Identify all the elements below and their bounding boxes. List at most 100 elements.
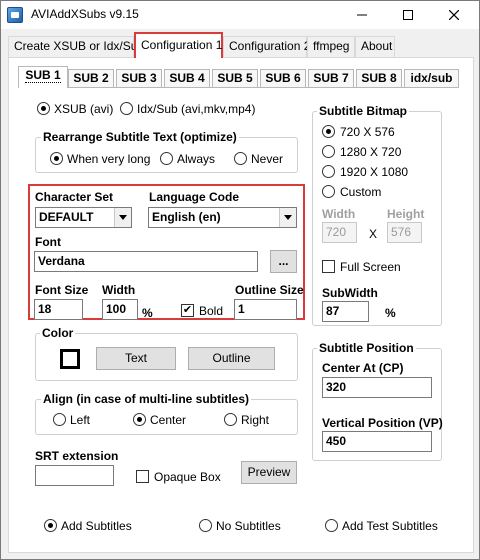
font-size-input[interactable]: 18	[34, 299, 83, 320]
bold-label: Bold	[199, 304, 224, 318]
res-1280-label: 1280 X 720	[340, 145, 402, 159]
subwidth-label: SubWidth	[322, 286, 378, 300]
charset-label: Character Set	[35, 190, 114, 204]
res-1920-radio[interactable]	[322, 165, 335, 178]
subtab-sub-3[interactable]: SUB 3	[116, 69, 162, 87]
res-custom-radio[interactable]	[322, 185, 335, 198]
window-title: AVIAddXSubs v9.15	[31, 7, 139, 21]
rearrange-very-long-radio[interactable]	[50, 152, 63, 165]
close-button[interactable]	[431, 1, 477, 29]
subtab-sub-8[interactable]: SUB 8	[356, 69, 402, 87]
full-screen-checkbox[interactable]	[322, 260, 335, 273]
align-right-radio[interactable]	[224, 413, 237, 426]
color-title: Color	[40, 326, 76, 340]
charset-value: DEFAULT	[39, 210, 94, 224]
res-720-radio[interactable]	[322, 125, 335, 138]
bitmap-height-input[interactable]: 576	[387, 222, 422, 243]
bitmap-width-label: Width	[322, 207, 356, 221]
res-1280-radio[interactable]	[322, 145, 335, 158]
maximize-icon	[403, 10, 413, 20]
add-subtitles-radio[interactable]	[44, 519, 57, 532]
no-subtitles-radio[interactable]	[199, 519, 212, 532]
outline-size-label: Outline Size	[235, 283, 304, 297]
res-720-label: 720 X 576	[340, 125, 395, 139]
subtab-sub-2[interactable]: SUB 2	[68, 69, 114, 87]
no-subtitles-label: No Subtitles	[216, 519, 281, 533]
align-left-radio[interactable]	[53, 413, 66, 426]
app-icon	[7, 7, 23, 23]
subwidth-unit: %	[385, 306, 396, 320]
tab-ffmpeg[interactable]: ffmpeg	[307, 36, 355, 57]
title-bar: AVIAddXSubs v9.15	[1, 1, 479, 29]
full-screen-label: Full Screen	[340, 260, 401, 274]
minimize-button[interactable]	[339, 1, 385, 29]
idxsub-radio[interactable]	[120, 102, 133, 115]
opaque-box-label: Opaque Box	[154, 470, 221, 484]
subtab-divider	[18, 87, 459, 88]
font-label: Font	[35, 235, 61, 249]
opaque-box-checkbox[interactable]	[136, 470, 149, 483]
bold-checkbox[interactable]: ✔	[181, 304, 194, 317]
subtab-sub-7[interactable]: SUB 7	[308, 69, 354, 87]
align-title: Align (in case of multi-line subtitles)	[41, 392, 252, 406]
close-icon	[448, 9, 460, 21]
center-at-input[interactable]: 320	[322, 377, 432, 398]
rearrange-always-radio[interactable]	[160, 152, 173, 165]
subtab-sub-1[interactable]: SUB 1	[18, 66, 68, 88]
vertical-position-label: Vertical Position (VP)	[322, 416, 443, 430]
add-test-subtitles-radio[interactable]	[325, 519, 338, 532]
tab-configuration-1[interactable]: Configuration 1	[134, 32, 223, 58]
tab-configuration-2[interactable]: Configuration 2	[223, 36, 310, 57]
language-value: English (en)	[152, 210, 221, 224]
subwidth-input[interactable]: 87	[322, 301, 369, 322]
rearrange-title: Rearrange Subtitle Text (optimize)	[41, 130, 239, 144]
res-custom-label: Custom	[340, 185, 382, 199]
srt-extension-input[interactable]	[35, 465, 114, 486]
color-swatch	[60, 349, 80, 369]
subtitle-position-title: Subtitle Position	[317, 341, 416, 355]
minimize-icon	[357, 14, 367, 16]
chevron-down-icon	[279, 208, 296, 227]
subtab-idx-sub[interactable]: idx/sub	[404, 69, 459, 87]
center-at-label: Center At (CP)	[322, 361, 404, 375]
subtab-sub-6[interactable]: SUB 6	[260, 69, 306, 87]
idxsub-label: Idx/Sub (avi,mkv,mp4)	[137, 102, 256, 116]
language-select[interactable]: English (en)	[148, 207, 297, 228]
xsub-label: XSUB (avi)	[54, 102, 114, 116]
font-browse-button[interactable]: ...	[270, 250, 297, 273]
language-label: Language Code	[149, 190, 240, 204]
align-right-label: Right	[241, 413, 270, 427]
outline-color-button[interactable]: Outline	[188, 347, 275, 370]
width-unit: %	[142, 306, 153, 320]
rearrange-very-long-label: When very long	[67, 152, 151, 166]
rearrange-never-radio[interactable]	[234, 152, 247, 165]
align-center-label: Center	[150, 413, 187, 427]
width-label: Width	[102, 283, 136, 297]
add-test-subtitles-label: Add Test Subtitles	[342, 519, 438, 533]
vertical-position-input[interactable]: 450	[322, 431, 432, 452]
text-color-button[interactable]: Text	[96, 347, 176, 370]
rearrange-never-label: Never	[251, 152, 284, 166]
subtab-sub-4[interactable]: SUB 4	[164, 69, 210, 87]
font-input[interactable]: Verdana	[34, 251, 258, 272]
tab-about[interactable]: About	[355, 36, 395, 57]
xsub-radio[interactable]	[37, 102, 50, 115]
app-window: AVIAddXSubs v9.15 Create XSUB or Idx/Sub…	[0, 0, 480, 560]
rearrange-always-label: Always	[177, 152, 216, 166]
subtitle-bitmap-title: Subtitle Bitmap	[317, 104, 410, 118]
preview-button[interactable]: Preview	[241, 461, 297, 484]
tab-create-xsub[interactable]: Create XSUB or Idx/Sub	[8, 36, 144, 57]
bitmap-width-input[interactable]: 720	[322, 222, 357, 243]
maximize-button[interactable]	[385, 1, 431, 29]
bitmap-height-label: Height	[387, 207, 425, 221]
font-size-label: Font Size	[35, 283, 89, 297]
add-subtitles-label: Add Subtitles	[61, 519, 132, 533]
bitmap-x-label: X	[369, 227, 378, 241]
subtab-sub-5[interactable]: SUB 5	[212, 69, 258, 87]
width-input[interactable]: 100	[102, 299, 138, 320]
outline-size-input[interactable]: 1	[234, 299, 297, 320]
align-left-label: Left	[70, 413, 91, 427]
charset-select[interactable]: DEFAULT	[35, 207, 132, 228]
align-center-radio[interactable]	[133, 413, 146, 426]
srt-extension-label: SRT extension	[35, 449, 119, 463]
